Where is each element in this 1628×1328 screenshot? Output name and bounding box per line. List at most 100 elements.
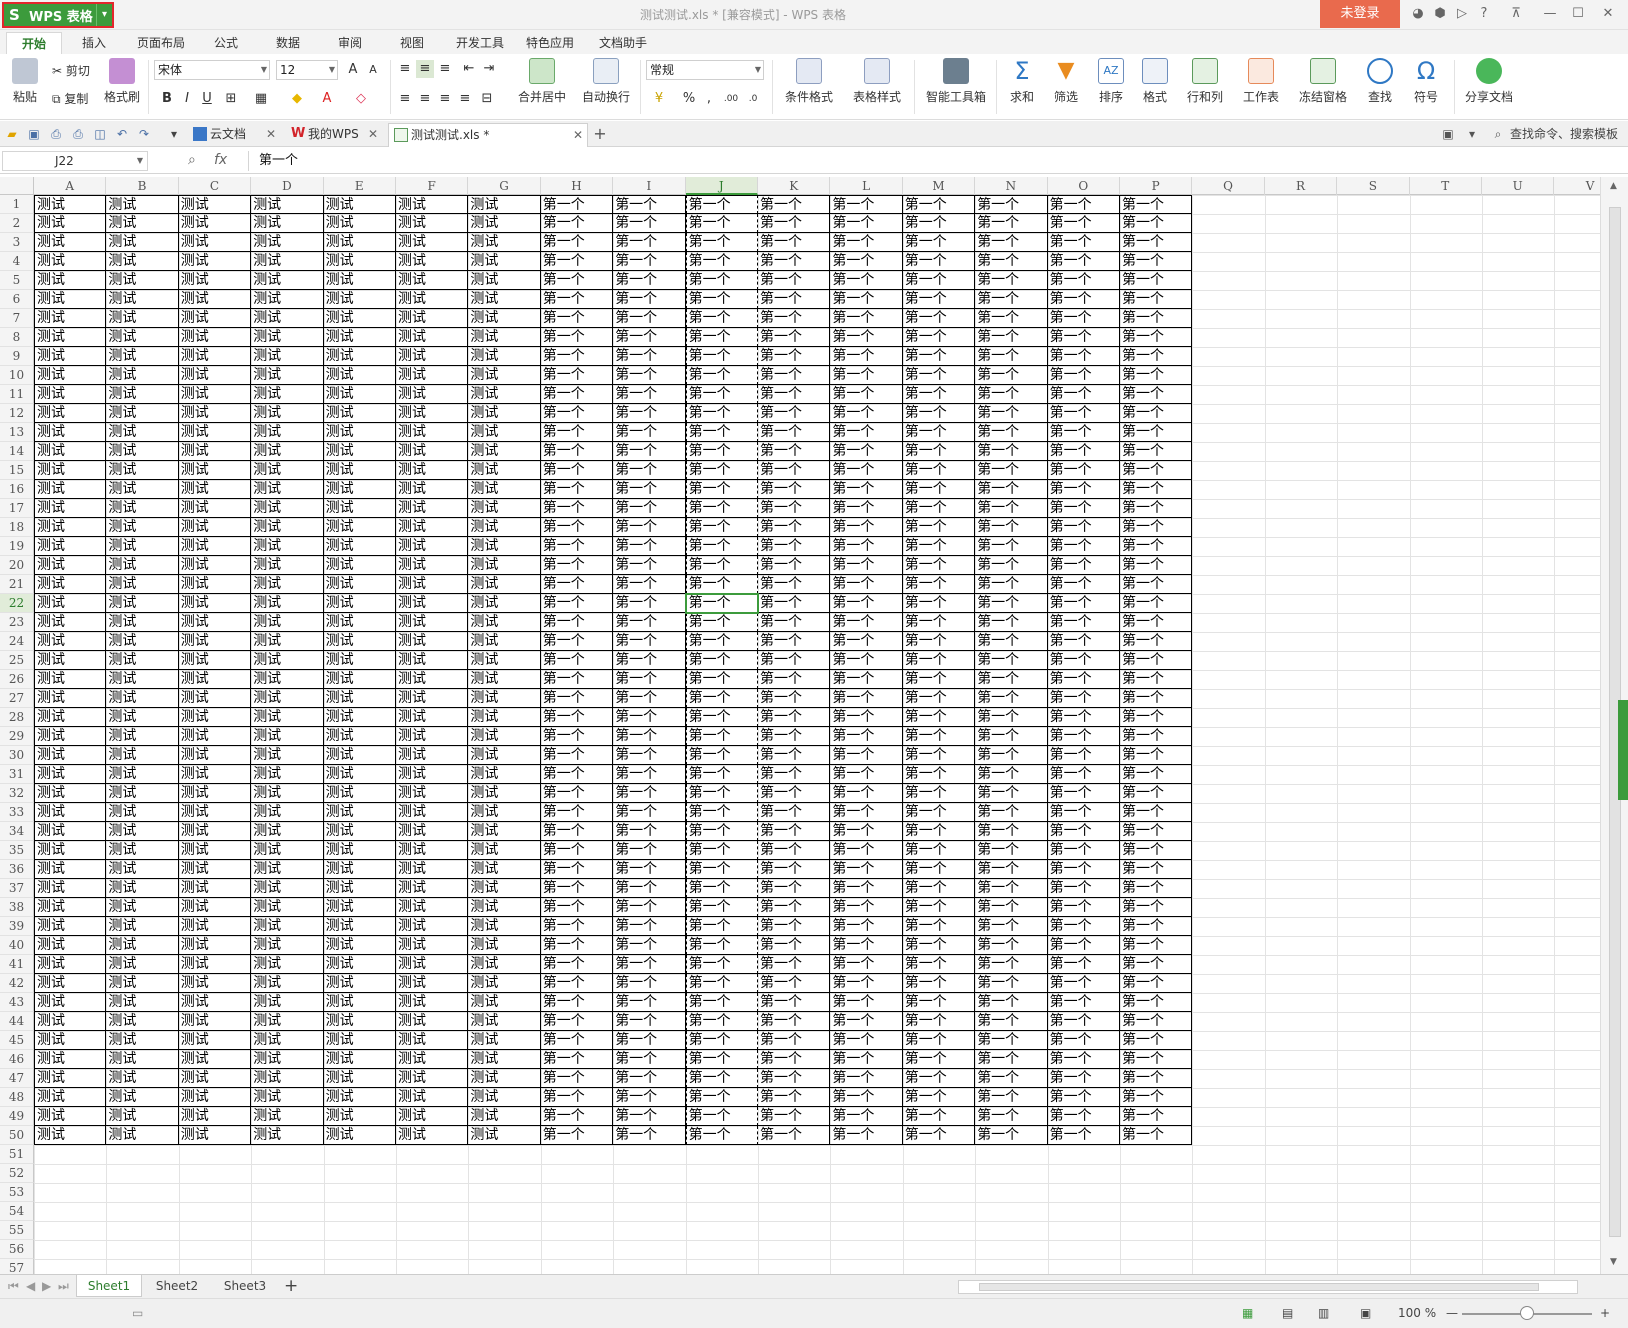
cell-K32[interactable]: 第一个 xyxy=(758,784,831,803)
cell-A50[interactable]: 测试 xyxy=(34,1126,107,1145)
cell-O44[interactable]: 第一个 xyxy=(1047,1012,1120,1031)
cell-A7[interactable]: 测试 xyxy=(34,309,107,328)
cell-E5[interactable]: 测试 xyxy=(323,271,396,290)
cell-B9[interactable]: 测试 xyxy=(106,347,179,366)
cell-K31[interactable]: 第一个 xyxy=(758,765,831,784)
cell-F1[interactable]: 测试 xyxy=(396,195,469,214)
cell-H27[interactable]: 第一个 xyxy=(540,689,614,708)
cell-I27[interactable]: 第一个 xyxy=(613,689,686,708)
cell-I19[interactable]: 第一个 xyxy=(613,537,686,556)
cell-O49[interactable]: 第一个 xyxy=(1047,1107,1120,1126)
cell-B20[interactable]: 测试 xyxy=(106,556,179,575)
cell-M50[interactable]: 第一个 xyxy=(902,1126,976,1145)
cell-G7[interactable]: 测试 xyxy=(468,309,541,328)
cell-D38[interactable]: 测试 xyxy=(251,898,324,917)
cell-I46[interactable]: 第一个 xyxy=(613,1050,686,1069)
cell-N15[interactable]: 第一个 xyxy=(975,461,1048,480)
cell-A39[interactable]: 测试 xyxy=(34,917,107,936)
cell-K34[interactable]: 第一个 xyxy=(758,822,831,841)
cell-L6[interactable]: 第一个 xyxy=(830,290,903,309)
row-header-35[interactable]: 35 xyxy=(0,841,34,860)
column-header-C[interactable]: C xyxy=(179,177,252,195)
cell-B10[interactable]: 测试 xyxy=(106,366,179,385)
cell-L11[interactable]: 第一个 xyxy=(830,385,903,404)
cell-E14[interactable]: 测试 xyxy=(323,442,396,461)
cell-O25[interactable]: 第一个 xyxy=(1047,651,1120,670)
cell-F27[interactable]: 测试 xyxy=(396,689,469,708)
cell-O36[interactable]: 第一个 xyxy=(1047,860,1120,879)
cell-L31[interactable]: 第一个 xyxy=(830,765,903,784)
bold-icon[interactable]: B xyxy=(158,90,176,108)
cell-J42[interactable]: 第一个 xyxy=(685,974,758,993)
cell-H42[interactable]: 第一个 xyxy=(540,974,614,993)
cell-C2[interactable]: 测试 xyxy=(178,214,252,233)
cell-H31[interactable]: 第一个 xyxy=(540,765,614,784)
cell-O16[interactable]: 第一个 xyxy=(1047,480,1120,499)
cell-L4[interactable]: 第一个 xyxy=(830,252,903,271)
cell-P20[interactable]: 第一个 xyxy=(1120,556,1193,575)
cell-N22[interactable]: 第一个 xyxy=(975,594,1048,613)
cell-J32[interactable]: 第一个 xyxy=(685,784,758,803)
cell-D34[interactable]: 测试 xyxy=(251,822,324,841)
align-middle-icon[interactable]: ≡ xyxy=(416,60,434,78)
login-button[interactable]: 未登录 xyxy=(1320,0,1400,28)
cell-P37[interactable]: 第一个 xyxy=(1120,879,1193,898)
last-sheet-icon[interactable]: ⏭ xyxy=(58,1279,69,1294)
justify-icon[interactable]: ≡ xyxy=(456,90,474,108)
cell-K9[interactable]: 第一个 xyxy=(758,347,831,366)
cell-H2[interactable]: 第一个 xyxy=(540,214,614,233)
cell-L32[interactable]: 第一个 xyxy=(830,784,903,803)
cell-N25[interactable]: 第一个 xyxy=(975,651,1048,670)
cell-D46[interactable]: 测试 xyxy=(251,1050,324,1069)
cell-P43[interactable]: 第一个 xyxy=(1120,993,1193,1012)
cell-F19[interactable]: 测试 xyxy=(396,537,469,556)
row-header-17[interactable]: 17 xyxy=(0,499,34,518)
cell-L7[interactable]: 第一个 xyxy=(830,309,903,328)
cell-B19[interactable]: 测试 xyxy=(106,537,179,556)
cell-F3[interactable]: 测试 xyxy=(396,233,469,252)
cell-L8[interactable]: 第一个 xyxy=(830,328,903,347)
cell-L41[interactable]: 第一个 xyxy=(830,955,903,974)
cell-E19[interactable]: 测试 xyxy=(323,537,396,556)
align-right-icon[interactable]: ≡ xyxy=(436,90,454,108)
cell-A40[interactable]: 测试 xyxy=(34,936,107,955)
cell-B26[interactable]: 测试 xyxy=(106,670,179,689)
cell-A1[interactable]: 测试 xyxy=(34,195,107,214)
cell-I43[interactable]: 第一个 xyxy=(613,993,686,1012)
chevron-down-icon[interactable]: ▾ xyxy=(96,4,112,26)
cell-J49[interactable]: 第一个 xyxy=(685,1107,758,1126)
cell-E7[interactable]: 测试 xyxy=(323,309,396,328)
zoom-slider-knob[interactable] xyxy=(1520,1306,1534,1320)
cell-G19[interactable]: 测试 xyxy=(468,537,541,556)
cell-J15[interactable]: 第一个 xyxy=(685,461,758,480)
cell-N42[interactable]: 第一个 xyxy=(975,974,1048,993)
cell-E27[interactable]: 测试 xyxy=(323,689,396,708)
cell-N19[interactable]: 第一个 xyxy=(975,537,1048,556)
row-header-42[interactable]: 42 xyxy=(0,974,34,993)
cell-O34[interactable]: 第一个 xyxy=(1047,822,1120,841)
cell-J13[interactable]: 第一个 xyxy=(685,423,758,442)
cell-O18[interactable]: 第一个 xyxy=(1047,518,1120,537)
cell-G31[interactable]: 测试 xyxy=(468,765,541,784)
cell-N27[interactable]: 第一个 xyxy=(975,689,1048,708)
cell-H48[interactable]: 第一个 xyxy=(540,1088,614,1107)
cell-J12[interactable]: 第一个 xyxy=(685,404,758,423)
cell-O17[interactable]: 第一个 xyxy=(1047,499,1120,518)
cell-H36[interactable]: 第一个 xyxy=(540,860,614,879)
cell-C21[interactable]: 测试 xyxy=(178,575,252,594)
worksheet-grid[interactable]: ABCDEFGHIJKLMNOPQRSTUV 1 2 3 4 5 6 7 8 9 10 11 12 13… xyxy=(0,177,1600,1274)
cell-F20[interactable]: 测试 xyxy=(396,556,469,575)
cell-A3[interactable]: 测试 xyxy=(34,233,107,252)
cell-L22[interactable]: 第一个 xyxy=(830,594,903,613)
cell-N1[interactable]: 第一个 xyxy=(975,195,1048,214)
cell-H44[interactable]: 第一个 xyxy=(540,1012,614,1031)
cell-N39[interactable]: 第一个 xyxy=(975,917,1048,936)
cell-O42[interactable]: 第一个 xyxy=(1047,974,1120,993)
cell-N40[interactable]: 第一个 xyxy=(975,936,1048,955)
decrease-indent-icon[interactable]: ⇤ xyxy=(460,60,478,78)
cell-G47[interactable]: 测试 xyxy=(468,1069,541,1088)
cell-C12[interactable]: 测试 xyxy=(178,404,252,423)
cell-B50[interactable]: 测试 xyxy=(106,1126,179,1145)
cell-A20[interactable]: 测试 xyxy=(34,556,107,575)
cell-D4[interactable]: 测试 xyxy=(251,252,324,271)
